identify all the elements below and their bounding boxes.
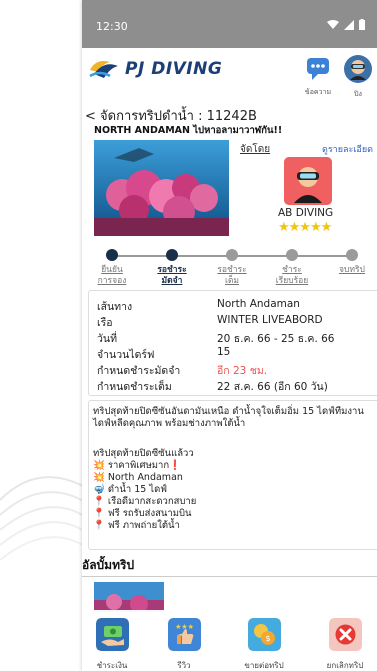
step-label: ยืนยัน [101, 265, 123, 275]
wifi-icon [327, 19, 339, 29]
album-photo[interactable] [94, 582, 164, 612]
step-label: รอชำระ [157, 265, 187, 275]
step-dot [106, 249, 118, 261]
full-payment-due-value: 22 ส.ค. 66 (อีก 60 วัน) [217, 381, 328, 393]
trip-photo [94, 140, 229, 236]
logo-mark-icon [89, 61, 118, 78]
app-logo[interactable]: PJ DIVING [88, 58, 222, 80]
step-await-full-payment: รอชำระ เต็ม [204, 249, 260, 287]
trip-title: NORTH ANDAMAN ไปหาอลามาวาฬกัน!! [94, 125, 283, 136]
full-payment-due-label: กำหนดชำระเต็ม [97, 381, 172, 393]
step-await-deposit: รอชำระ มัดจำ [144, 249, 200, 287]
view-details-link[interactable]: ดูรายละเอียด [322, 142, 373, 156]
route-label: เส้นทาง [97, 301, 133, 313]
deposit-due-label: กำหนดชำระมัดจำ [97, 365, 181, 377]
resell-trip-label: ขายต่อทริป [244, 661, 284, 670]
app-brand: PJ DIVING [125, 59, 223, 79]
boat-value: WINTER LIVEABORD [217, 314, 323, 326]
trip-info-card: เส้นทาง North Andaman เรือ WINTER LIVEAB… [88, 290, 377, 396]
highlight-item: 📍 เรือดีมากสะดวกสบาย [93, 496, 197, 507]
organizer-label: จัดโดย [240, 144, 271, 155]
rating-stars: ★★★★★ [278, 220, 332, 235]
coins-icon: $ [247, 618, 281, 651]
boat-label: เรือ [97, 317, 113, 329]
step-label: การจอง [97, 276, 127, 286]
battery-icon [359, 19, 365, 30]
cancel-trip-label: ยกเลิกทริป [326, 661, 364, 670]
step-label: ชำระ [282, 265, 302, 275]
step-trip-complete: จบทริป [324, 249, 377, 276]
resell-trip-button[interactable]: $ ขายต่อทริป [234, 618, 294, 671]
highlight-item: 💥 ราคาพิเศษมาก❗ [93, 460, 181, 471]
diver-avatar-icon [344, 55, 372, 83]
dive-count-value: 15 [217, 346, 231, 358]
step-label: จบทริป [339, 265, 365, 275]
cancel-x-icon [328, 618, 362, 651]
review-label: รีวิว [177, 661, 191, 670]
step-dot [346, 249, 358, 261]
messages-button[interactable]: ข้อความ [296, 56, 340, 98]
review-button[interactable]: ★★★ รีวิว [154, 618, 214, 671]
pay-label: ชำระเงิน [96, 661, 128, 670]
highlight-item: 📍 ฟรี ภาพถ่ายใต้น้ำ [93, 520, 180, 531]
profile-button[interactable]: ปิง [340, 54, 376, 100]
svg-text:★★★: ★★★ [175, 623, 194, 631]
money-hand-icon [95, 618, 129, 651]
signal-icon [344, 19, 354, 30]
status-bar: 12:30 [82, 0, 377, 48]
background-decoration [0, 476, 90, 561]
organizer-name: AB DIVING [278, 207, 334, 219]
route-value: North Andaman [217, 298, 300, 310]
highlight-item: 💥 North Andaman [93, 472, 183, 483]
highlight-item: 📍 ฟรี รถรับส่งสนามบิน [93, 508, 192, 519]
profile-label: ปิง [354, 90, 362, 98]
date-label: วันที่ [97, 333, 117, 345]
step-dot [226, 249, 238, 261]
album-divider [82, 576, 377, 577]
dive-count-label: จำนวนไดร์ฟ [97, 349, 155, 361]
description-highlights: ทริปสุดท้ายปิดซีซันแล้วว 💥 ราคาพิเศษมาก❗… [93, 448, 196, 532]
step-paid: ชำระ เรียบร้อย [264, 249, 320, 287]
messages-label: ข้อความ [304, 88, 332, 96]
thumbs-up-stars-icon: ★★★ [167, 618, 201, 651]
trip-description-card: ทริปสุดท้ายปิดซีซันอันดามันเหนือ ดำน้ำจุ… [88, 400, 377, 550]
status-icons [327, 19, 365, 30]
app-header: PJ DIVING ข้อความ ปิง [82, 48, 377, 100]
step-label: รอชำระ [217, 265, 247, 275]
cancel-trip-button[interactable]: ยกเลิกทริป [315, 618, 375, 671]
highlight-item: 🤿 ดำน้ำ 15 ไดฟ์ [93, 484, 167, 495]
step-dot [286, 249, 298, 261]
status-time: 12:30 [96, 20, 128, 33]
step-label: เต็ม [224, 276, 240, 286]
date-value: 20 ธ.ค. 66 - 25 ธ.ค. 66 [217, 333, 335, 345]
step-dot [166, 249, 178, 261]
step-label: มัดจำ [161, 276, 183, 286]
highlight-title: ทริปสุดท้ายปิดซีซันแล้วว [93, 448, 194, 459]
album-title: อัลบั้มทริป [82, 558, 135, 572]
step-confirmed: ยืนยัน การจอง [84, 249, 140, 287]
organizer-diver-icon [284, 157, 332, 205]
chat-bubble-icon [307, 58, 329, 80]
phone-screen: 12:30 PJ DIVING ข้อความ ปิง < จัดการทริป… [82, 0, 377, 671]
svg-text:$: $ [265, 634, 270, 643]
deposit-due-value: อีก 23 ชม. [217, 365, 268, 377]
bottom-action-bar: ชำระเงิน ★★★ รีวิว $ ขายต่อทริป ยกเลิกทร… [82, 610, 377, 671]
step-label: เรียบร้อย [275, 276, 309, 286]
description-intro: ทริปสุดท้ายปิดซีซันอันดามันเหนือ ดำน้ำจุ… [93, 406, 364, 429]
pay-button[interactable]: ชำระเงิน [82, 618, 142, 671]
